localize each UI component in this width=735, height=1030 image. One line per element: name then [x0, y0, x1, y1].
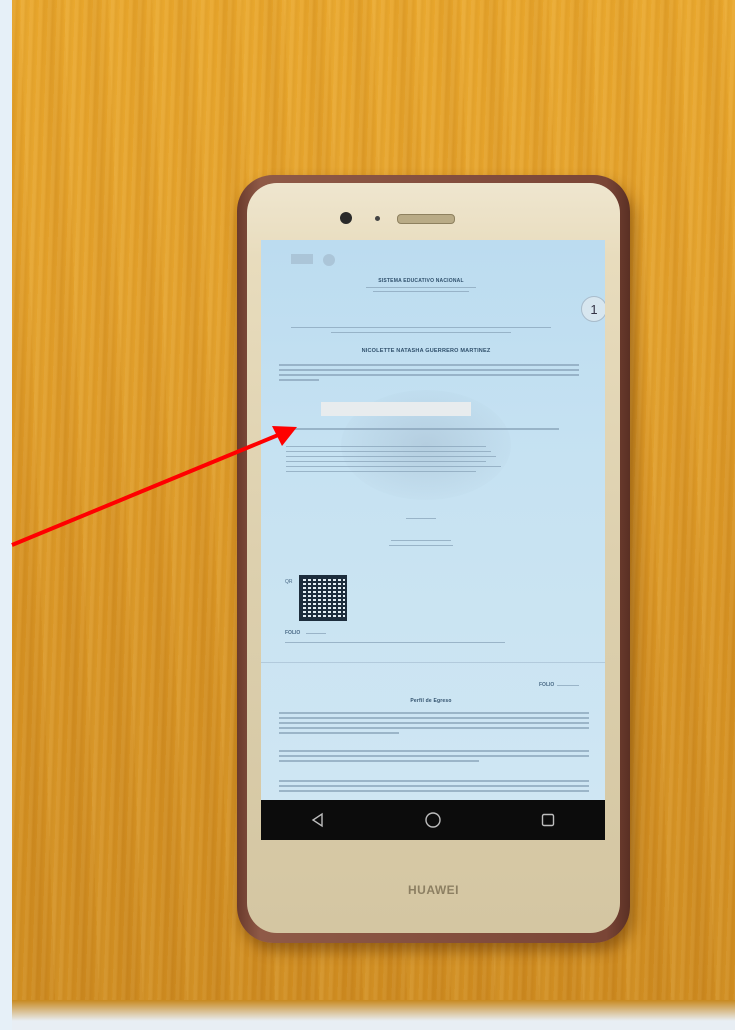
list-line — [286, 461, 486, 462]
emblem-logo — [323, 254, 335, 266]
document-view[interactable]: SISTEMA EDUCATIVO NACIONAL 1 NICOLETTE N… — [261, 240, 605, 800]
page-number-badge: 1 — [581, 296, 605, 322]
signatory-line — [391, 540, 451, 541]
folio-value-second — [557, 685, 579, 686]
redaction-bar — [321, 402, 471, 416]
profile-line — [279, 717, 589, 719]
body-line — [279, 369, 579, 371]
body-line — [279, 364, 579, 366]
profile-line — [279, 780, 589, 782]
front-camera — [340, 212, 352, 224]
frame-strip — [0, 0, 12, 1030]
recent-icon[interactable] — [535, 809, 561, 831]
profile-line — [279, 732, 399, 734]
profile-line — [279, 790, 589, 792]
back-icon[interactable] — [305, 809, 331, 831]
earpiece-speaker — [397, 214, 455, 224]
header-title: SISTEMA EDUCATIVO NACIONAL — [378, 278, 464, 284]
list-line — [286, 446, 486, 447]
qr-code — [299, 575, 347, 621]
phone-brand-label: HUAWEI — [408, 883, 459, 897]
signature-line — [406, 518, 436, 519]
body-line — [279, 379, 319, 381]
sep-logo — [291, 254, 313, 264]
folio-label-second: FOLIO — [539, 682, 555, 688]
folio-value — [306, 633, 326, 634]
page-divider — [261, 662, 605, 663]
intro-line — [331, 332, 511, 333]
list-line — [286, 451, 491, 452]
proximity-sensor — [375, 216, 380, 221]
list-line — [286, 456, 496, 457]
folio-label: FOLIO — [285, 630, 301, 636]
phone-screen: SISTEMA EDUCATIVO NACIONAL 1 NICOLETTE N… — [261, 240, 605, 840]
header-subline — [373, 291, 469, 292]
home-icon[interactable] — [420, 809, 446, 831]
list-line — [286, 471, 476, 472]
profile-line — [279, 755, 589, 757]
expedition-line — [285, 642, 505, 643]
profile-line — [279, 722, 589, 724]
body-line — [279, 374, 579, 376]
android-navigation-bar — [261, 800, 605, 840]
student-name: NICOLETTE NATASHA GUERRERO MARTINEZ — [361, 348, 491, 354]
profile-line — [279, 750, 589, 752]
profile-line — [279, 785, 589, 787]
competence-line — [279, 428, 559, 430]
profile-line — [279, 727, 589, 729]
header-subline — [366, 287, 476, 288]
phone-body: SISTEMA EDUCATIVO NACIONAL 1 NICOLETTE N… — [247, 183, 620, 933]
intro-line — [291, 327, 551, 328]
profile-line — [279, 760, 479, 762]
qr-label: QR — [285, 579, 293, 585]
bottom-strip — [12, 1000, 735, 1030]
profile-line — [279, 712, 589, 714]
signatory-line — [389, 545, 453, 546]
smartphone: SISTEMA EDUCATIVO NACIONAL 1 NICOLETTE N… — [237, 175, 630, 943]
list-line — [286, 466, 501, 467]
section-title: Perfil de Egreso — [410, 698, 452, 704]
